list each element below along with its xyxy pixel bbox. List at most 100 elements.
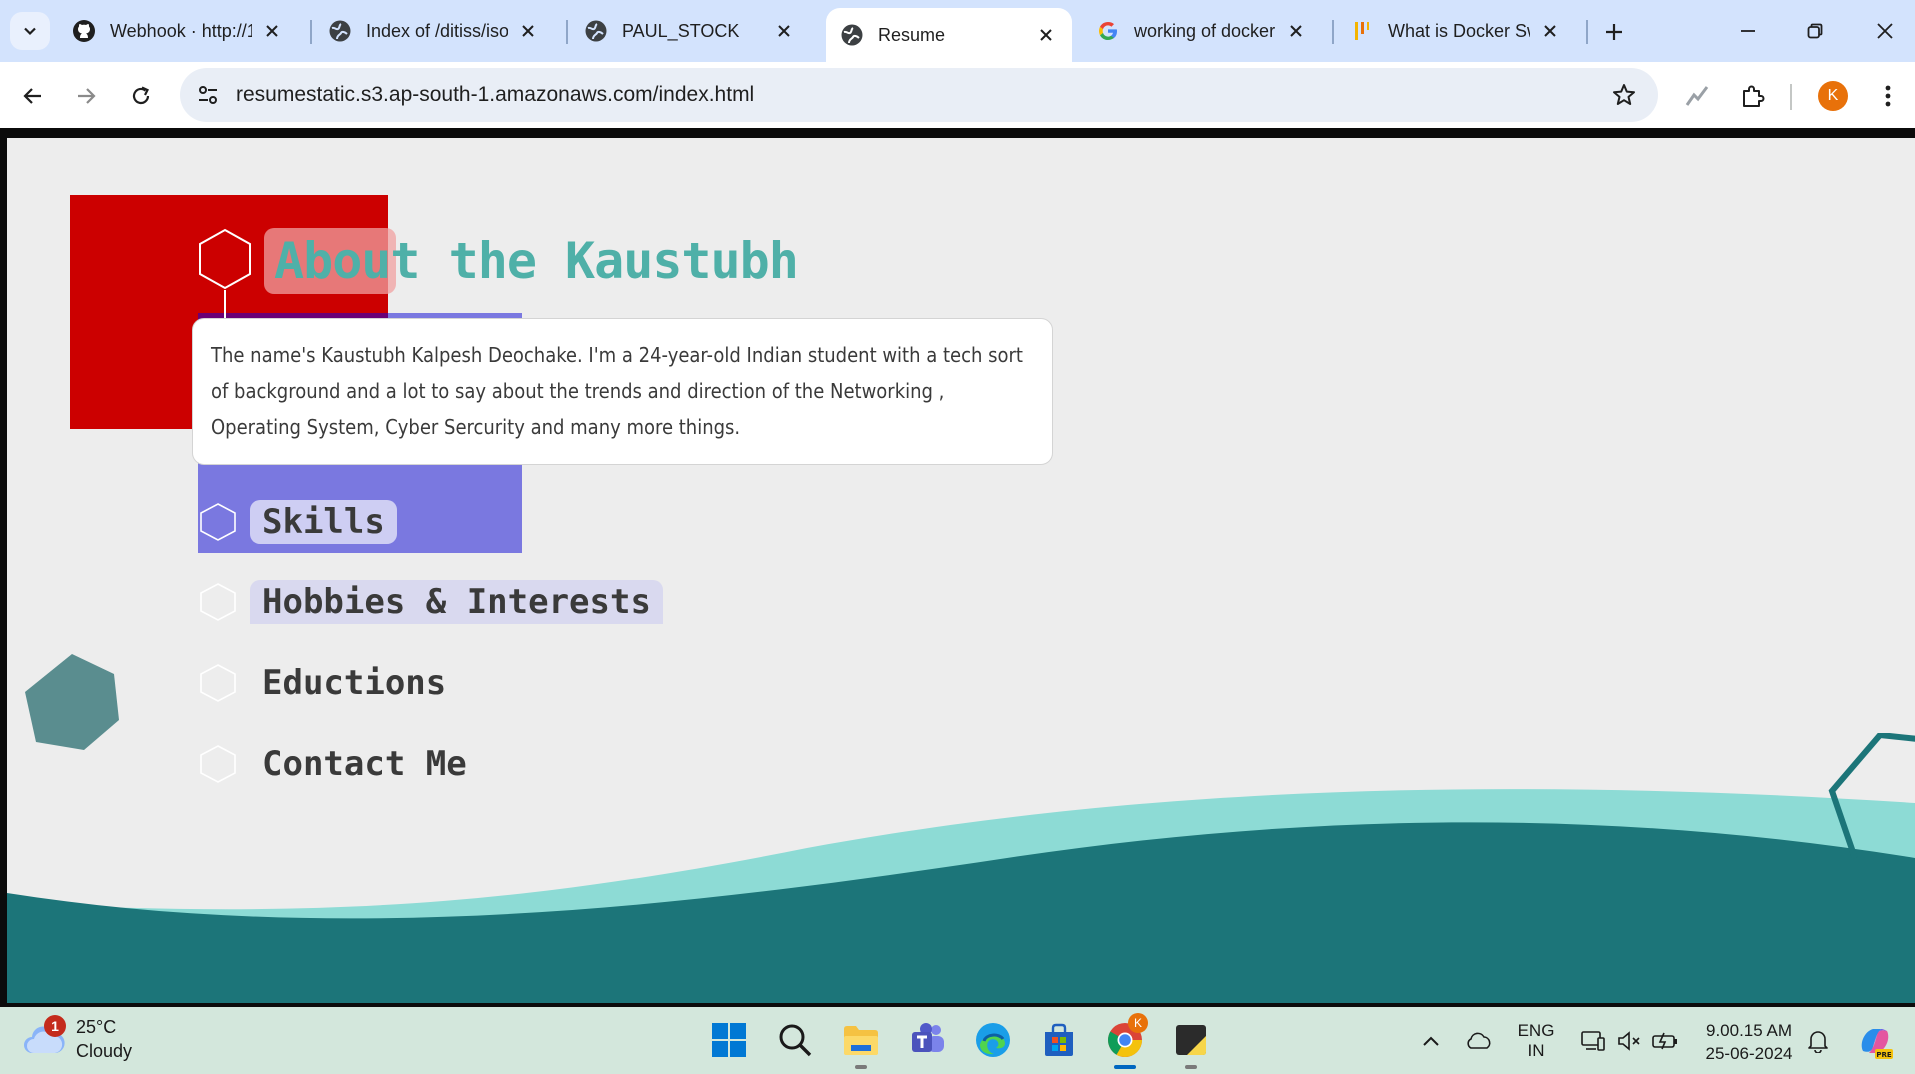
volume-muted-icon[interactable] bbox=[1612, 1007, 1646, 1074]
hexagon-icon bbox=[200, 503, 236, 541]
toolbar-separator bbox=[1790, 84, 1792, 110]
tab-separator bbox=[1586, 20, 1588, 44]
hexagon-icon bbox=[200, 583, 236, 621]
taskbar-sticky-notes[interactable] bbox=[1168, 1017, 1214, 1069]
extensions-icon[interactable] bbox=[1733, 76, 1773, 116]
about-card: The name's Kaustubh Kalpesh Deochake. I'… bbox=[192, 318, 1053, 465]
onedrive-icon[interactable] bbox=[1462, 1007, 1496, 1074]
taskbar-chrome[interactable]: K bbox=[1102, 1013, 1148, 1069]
cloud-icon: 1 bbox=[22, 1015, 66, 1059]
weather-widget[interactable]: 1 25°C Cloudy bbox=[22, 1015, 132, 1063]
language-region: IN bbox=[1527, 1040, 1545, 1060]
taskbar-teams[interactable] bbox=[904, 1017, 950, 1063]
plus-icon bbox=[1606, 24, 1622, 40]
section-skills[interactable]: Skills bbox=[198, 492, 397, 552]
section-label: Skills bbox=[250, 500, 397, 544]
reload-icon bbox=[132, 86, 150, 105]
tab-webhook[interactable]: Webhook · http://1 bbox=[58, 8, 298, 54]
tab-working-of-docker[interactable]: working of docker bbox=[1082, 8, 1322, 54]
decorative-corner-hexagon-icon bbox=[1828, 733, 1915, 859]
tab-title: working of docker bbox=[1134, 20, 1276, 41]
taskbar-edge[interactable] bbox=[970, 1017, 1016, 1063]
sticky-notes-icon bbox=[1176, 1025, 1206, 1055]
section-label: Eductions bbox=[262, 663, 447, 703]
close-icon[interactable] bbox=[1538, 19, 1562, 43]
tab-title: Index of /ditiss/iso bbox=[366, 20, 508, 41]
taskbar-store[interactable] bbox=[1036, 1017, 1082, 1063]
hexagon-icon bbox=[199, 228, 251, 290]
close-icon[interactable] bbox=[260, 19, 284, 43]
reload-button[interactable] bbox=[121, 76, 161, 116]
folder-icon bbox=[844, 1026, 878, 1055]
chevron-down-icon bbox=[24, 27, 36, 36]
close-icon[interactable] bbox=[1284, 19, 1308, 43]
close-icon[interactable] bbox=[772, 19, 796, 43]
close-icon[interactable] bbox=[1034, 23, 1058, 47]
weather-temp: 25°C bbox=[76, 1017, 117, 1037]
restore-button[interactable] bbox=[1790, 10, 1840, 52]
back-button[interactable] bbox=[13, 76, 53, 116]
tab-separator bbox=[1332, 20, 1334, 44]
edge-icon bbox=[976, 1023, 1010, 1057]
taskbar-file-explorer[interactable] bbox=[838, 1017, 884, 1069]
tab-index-ditiss[interactable]: Index of /ditiss/iso bbox=[314, 8, 554, 54]
tab-docker-swarm[interactable]: What is Docker Sw bbox=[1336, 8, 1576, 54]
start-button[interactable] bbox=[706, 1017, 752, 1063]
clock-time: 9.00.15 AM bbox=[1705, 1021, 1792, 1040]
tab-search-button[interactable] bbox=[10, 12, 50, 50]
bookmark-star-icon[interactable] bbox=[1610, 81, 1638, 109]
globe-icon bbox=[584, 19, 608, 43]
chrome-profile-badge: K bbox=[1128, 1013, 1148, 1033]
profile-button[interactable]: K bbox=[1813, 76, 1853, 116]
show-hidden-icons-button[interactable] bbox=[1414, 1007, 1448, 1074]
notification-badge: 1 bbox=[44, 1015, 66, 1037]
section-label: Hobbies & Interests bbox=[250, 580, 663, 624]
bar-icon bbox=[1350, 19, 1374, 43]
github-icon bbox=[72, 19, 96, 43]
page-viewport: About the Kaustubh The name's Kaustubh K… bbox=[7, 138, 1915, 1003]
browser-toolbar: resumestatic.s3.ap-south-1.amazonaws.com… bbox=[0, 62, 1915, 128]
windows-icon bbox=[712, 1023, 746, 1057]
new-tab-button[interactable] bbox=[1596, 14, 1632, 50]
url-text: resumestatic.s3.ap-south-1.amazonaws.com… bbox=[236, 83, 755, 106]
minimize-button[interactable] bbox=[1723, 10, 1773, 52]
search-icon bbox=[779, 1024, 812, 1057]
system-clock[interactable]: 9.00.15 AM 25-06-2024 bbox=[1690, 1019, 1808, 1065]
hexagon-icon bbox=[200, 664, 236, 702]
about-text: The name's Kaustubh Kalpesh Deochake. I'… bbox=[211, 343, 1023, 439]
weather-condition: Cloudy bbox=[76, 1041, 133, 1061]
close-icon bbox=[1877, 23, 1893, 39]
performance-icon[interactable] bbox=[1677, 76, 1717, 116]
language-code: ENG bbox=[1517, 1020, 1555, 1040]
section-contact[interactable]: Contact Me bbox=[198, 734, 479, 794]
svg-text:PRE: PRE bbox=[1876, 1051, 1892, 1059]
tab-strip: Webhook · http://1 Index of /ditiss/iso … bbox=[0, 0, 1915, 62]
forward-button[interactable] bbox=[66, 76, 106, 116]
site-info-icon[interactable] bbox=[194, 81, 222, 109]
close-window-button[interactable] bbox=[1860, 10, 1910, 52]
tab-paul-stock[interactable]: PAUL_STOCK bbox=[570, 8, 810, 54]
language-indicator[interactable]: ENG IN bbox=[1508, 1007, 1564, 1074]
taskbar: 1 25°C Cloudy K ENG IN 9.00.15 AM 25-06-… bbox=[0, 1007, 1915, 1074]
more-vertical-icon bbox=[1885, 85, 1891, 107]
menu-button[interactable] bbox=[1868, 76, 1908, 116]
tab-resume[interactable]: Resume bbox=[826, 8, 1072, 62]
address-bar[interactable]: resumestatic.s3.ap-south-1.amazonaws.com… bbox=[180, 68, 1658, 122]
section-hobbies[interactable]: Hobbies & Interests bbox=[198, 572, 663, 632]
notifications-bell-icon[interactable] bbox=[1800, 1007, 1836, 1074]
hexagon-icon bbox=[200, 745, 236, 783]
arrow-right-icon bbox=[78, 88, 96, 104]
battery-icon[interactable] bbox=[1648, 1007, 1682, 1074]
search-button[interactable] bbox=[772, 1017, 818, 1063]
network-icon[interactable] bbox=[1576, 1007, 1610, 1074]
page-title: About the Kaustubh bbox=[274, 232, 799, 290]
tab-separator bbox=[310, 20, 312, 44]
section-educations[interactable]: Eductions bbox=[198, 653, 458, 713]
restore-icon bbox=[1807, 23, 1823, 39]
store-icon bbox=[1045, 1023, 1073, 1056]
chevron-up-icon bbox=[1423, 1036, 1439, 1046]
close-icon[interactable] bbox=[516, 19, 540, 43]
copilot-icon[interactable]: PRE bbox=[1852, 1007, 1898, 1074]
clock-date: 25-06-2024 bbox=[1705, 1044, 1793, 1063]
minimize-icon bbox=[1741, 30, 1755, 32]
